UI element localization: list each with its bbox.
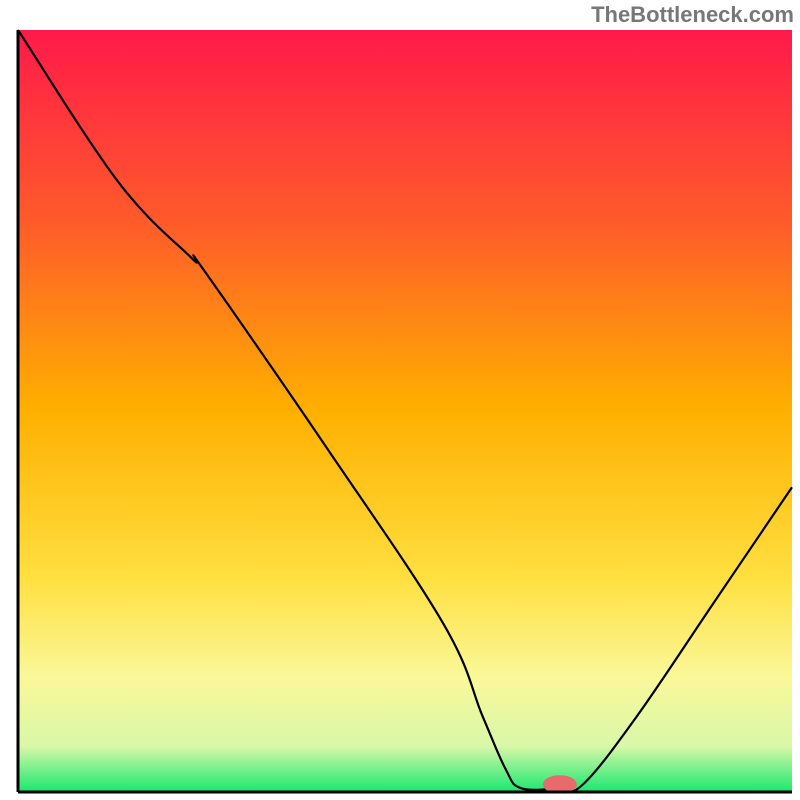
chart-svg <box>0 0 800 800</box>
attribution-label: TheBottleneck.com <box>591 2 794 28</box>
bottleneck-chart: TheBottleneck.com <box>0 0 800 800</box>
plot-background <box>18 30 792 792</box>
